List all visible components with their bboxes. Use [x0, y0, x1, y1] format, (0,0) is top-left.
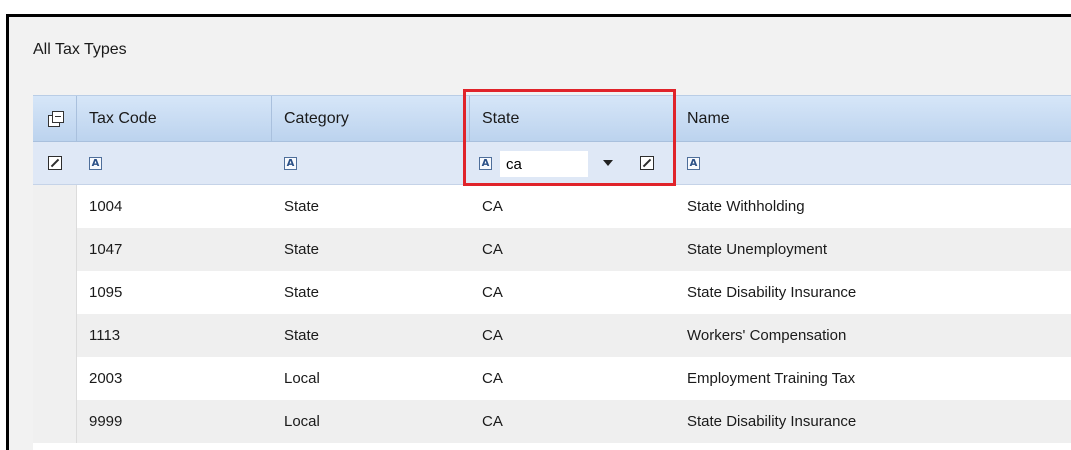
cell-name: Employment Training Tax	[687, 370, 856, 387]
cell-category: State	[284, 198, 320, 215]
row-selector[interactable]	[33, 400, 77, 443]
cell-category: State	[284, 241, 320, 258]
column-header-tax-code[interactable]: Tax Code	[77, 96, 272, 141]
state-filter-input[interactable]	[500, 151, 588, 177]
column-chooser-icon	[47, 110, 64, 127]
column-header-name[interactable]: Name	[675, 96, 1071, 141]
column-chooser-button[interactable]	[33, 96, 77, 141]
filter-cell-tax-code[interactable]: A	[77, 142, 272, 184]
cell-tax-code: 1047	[89, 241, 123, 258]
row-selector[interactable]	[33, 228, 77, 271]
panel-header: All Tax Types	[9, 17, 1071, 82]
row-selector[interactable]	[33, 314, 77, 357]
row-selector[interactable]	[33, 185, 77, 228]
text-filter-operator-icon[interactable]: A	[479, 157, 492, 170]
cell-category: State	[284, 327, 320, 344]
filter-cell-state: A	[470, 142, 675, 184]
table-row[interactable]: 1095 State CA State Disability Insurance	[33, 271, 1071, 314]
cell-name: Workers' Compensation	[687, 327, 847, 344]
row-selector[interactable]	[33, 357, 77, 400]
filter-cell-category[interactable]: A	[272, 142, 470, 184]
chevron-down-icon[interactable]	[603, 160, 613, 166]
text-filter-operator-icon[interactable]: A	[687, 156, 700, 170]
cell-category: State	[284, 284, 320, 301]
column-header-row: Tax Code Category State Name	[33, 95, 1071, 142]
cell-tax-code: 9999	[89, 413, 123, 430]
cell-state: CA	[482, 370, 503, 387]
cell-name: State Unemployment	[687, 241, 828, 258]
column-header-label: Name	[687, 109, 730, 127]
cell-tax-code: 2003	[89, 370, 123, 387]
clear-filter-icon[interactable]	[640, 156, 654, 170]
panel-title: All Tax Types	[33, 41, 127, 58]
cell-category: Local	[284, 413, 320, 430]
cell-state: CA	[482, 327, 503, 344]
column-header-label: Tax Code	[89, 109, 157, 127]
cell-state: CA	[482, 198, 503, 215]
table-row[interactable]: 1113 State CA Workers' Compensation	[33, 314, 1071, 357]
filter-cell-name[interactable]: A	[675, 142, 1071, 184]
cell-tax-code: 1113	[89, 327, 121, 344]
cell-category: Local	[284, 370, 320, 387]
text-filter-operator-icon[interactable]: A	[284, 156, 297, 170]
cell-state: CA	[482, 413, 503, 430]
table-row[interactable]: 1004 State CA State Withholding	[33, 185, 1071, 228]
cell-state: CA	[482, 241, 503, 258]
cell-name: State Withholding	[687, 198, 805, 215]
row-selector[interactable]	[33, 271, 77, 314]
clear-filter-icon	[48, 156, 62, 170]
cell-name: State Disability Insurance	[687, 413, 857, 430]
column-header-state[interactable]: State	[470, 96, 675, 141]
column-header-label: Category	[284, 109, 349, 127]
table-row[interactable]: 9999 Local CA State Disability Insurance	[33, 400, 1071, 443]
cell-tax-code: 1095	[89, 284, 123, 301]
tax-types-window: All Tax Types Tax Code Category State Na…	[6, 14, 1071, 450]
table-row[interactable]: 1047 State CA State Unemployment	[33, 228, 1071, 271]
table-row[interactable]: 2003 Local CA Employment Training Tax	[33, 357, 1071, 400]
cell-state: CA	[482, 284, 503, 301]
tax-types-grid: Tax Code Category State Name A A A ca A …	[33, 95, 1071, 450]
cell-name: State Disability Insurance	[687, 284, 857, 301]
filter-row: A A A A	[33, 142, 1071, 185]
cell-tax-code: 1004	[89, 198, 123, 215]
column-header-label: State	[482, 109, 520, 127]
column-header-category[interactable]: Category	[272, 96, 470, 141]
clear-all-filters-button[interactable]	[33, 142, 77, 184]
text-filter-operator-icon[interactable]: A	[89, 156, 102, 170]
